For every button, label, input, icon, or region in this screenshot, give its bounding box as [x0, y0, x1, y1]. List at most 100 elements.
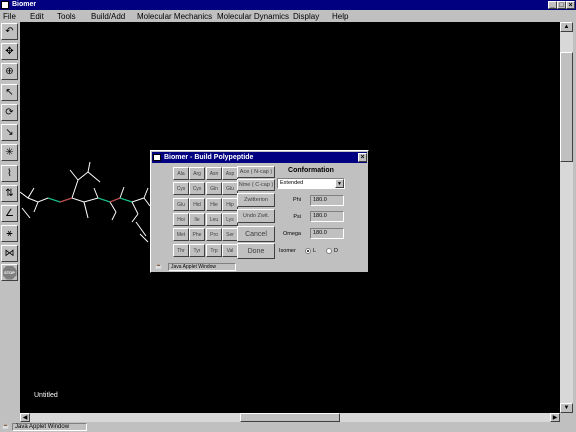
aa-button[interactable]: Gln — [206, 182, 222, 195]
aa-button[interactable]: Trp — [206, 244, 222, 257]
select-atom-tool[interactable]: ↘ — [1, 124, 18, 141]
conformation-select[interactable]: Extended ▼ — [277, 178, 345, 189]
close-button[interactable]: × — [566, 1, 575, 9]
add-atom-tool[interactable]: ⌇ — [1, 165, 18, 182]
zwitterion-button[interactable]: Zwitterion — [237, 193, 275, 207]
nme-ccap-button[interactable]: Nme ( C-cap ) — [237, 179, 275, 191]
aa-button[interactable]: Ile — [189, 213, 205, 226]
scroll-right-button[interactable]: ▶ — [550, 413, 560, 422]
measure-angle-icon: ∠ — [5, 208, 14, 219]
applet-window-label: Java Applet Window — [12, 423, 87, 431]
dialog-applet-label: Java Applet Window — [168, 263, 236, 271]
menu-build-add[interactable]: Build/Add — [91, 12, 125, 21]
move-tool[interactable]: ✥ — [1, 43, 18, 60]
dialog-titlebar: Biomer - Build Polypeptide × — [152, 152, 367, 163]
omega-field[interactable]: 180.0 — [310, 228, 344, 239]
aa-button[interactable]: Thr — [173, 244, 189, 257]
applet-warning-icon: ☕ — [155, 264, 163, 270]
dialog-close-button[interactable]: × — [358, 153, 367, 162]
bond-tool[interactable]: ⋈ — [1, 245, 18, 262]
done-button[interactable]: Done — [237, 243, 275, 259]
rotate-tool[interactable]: ⟳ — [1, 104, 18, 121]
scroll-up-button[interactable]: ▲ — [560, 22, 573, 32]
phi-label: Phi — [293, 197, 301, 203]
select-arrow-tool[interactable]: ↖ — [1, 84, 18, 101]
aa-button[interactable]: Tyr — [189, 244, 205, 257]
stop-button[interactable]: STOP — [1, 264, 18, 281]
isomer-l-radio[interactable] — [305, 248, 311, 254]
psi-label: Psi — [293, 214, 301, 220]
bond — [21, 207, 31, 219]
chevron-down-icon[interactable]: ▼ — [335, 179, 344, 188]
bond — [87, 161, 91, 173]
bond — [111, 211, 117, 221]
torsion-tool[interactable]: ⚹ — [1, 225, 18, 242]
aa-button[interactable]: Pro — [206, 228, 222, 241]
bond — [27, 187, 35, 199]
bond — [83, 201, 89, 219]
horizontal-scrollbar[interactable]: ◀ ▶ — [20, 413, 560, 422]
vertical-scrollbar[interactable]: ▲ ▼ — [560, 22, 573, 413]
omega-value: 180.0 — [313, 230, 327, 236]
psi-field[interactable]: 180.0 — [310, 211, 344, 222]
select-residue-tool[interactable]: ✳ — [1, 144, 18, 161]
bond — [87, 171, 101, 183]
menu-molecular-dynamics[interactable]: Molecular Dynamics — [217, 12, 289, 21]
menu-help[interactable]: Help — [332, 12, 348, 21]
measure-angle-tool[interactable]: ∠ — [1, 205, 18, 222]
accent-bond — [97, 197, 111, 203]
tool-palette: ↶ ✥ ⊕ ↖ ⟳ ↘ ✳ ⌇ ⇅ ∠ ⚹ ⋈ STOP — [0, 22, 20, 416]
bond — [93, 187, 99, 199]
aa-button[interactable]: Asp — [222, 167, 238, 180]
applet-warning-icon: ☕ — [2, 424, 10, 430]
vertical-scroll-thumb[interactable] — [560, 52, 573, 162]
horizontal-scroll-thumb[interactable] — [240, 413, 340, 422]
aa-button[interactable]: Cyx — [189, 182, 205, 195]
aa-button[interactable]: Ser — [222, 228, 238, 241]
bond — [135, 221, 147, 237]
undo-tool[interactable]: ↶ — [1, 23, 18, 40]
maximize-button[interactable]: □ — [557, 1, 566, 9]
menu-tools[interactable]: Tools — [57, 12, 76, 21]
aa-button[interactable]: Glu — [222, 182, 238, 195]
bond — [77, 171, 89, 181]
aa-button[interactable]: Hie — [206, 198, 222, 211]
aa-button[interactable]: Met — [173, 228, 189, 241]
aa-button[interactable]: Cys — [173, 182, 189, 195]
undo-zwitterion-button[interactable]: Undo Zwit. — [237, 209, 275, 223]
select-arrow-icon: ↖ — [5, 87, 14, 98]
menu-display[interactable]: Display — [293, 12, 319, 21]
phi-field[interactable]: 180.0 — [310, 195, 344, 206]
aa-button[interactable]: Phe — [189, 228, 205, 241]
rotate-icon: ⟳ — [5, 107, 14, 118]
measure-distance-tool[interactable]: ⇅ — [1, 185, 18, 202]
isomer-d-radio[interactable] — [326, 248, 332, 254]
zoom-tool[interactable]: ⊕ — [1, 63, 18, 80]
aa-button[interactable]: Glu — [173, 198, 189, 211]
select-atom-icon: ↘ — [5, 127, 14, 138]
aa-button[interactable]: Hoi — [173, 213, 189, 226]
accent-bond — [119, 197, 133, 203]
menu-edit[interactable]: Edit — [30, 12, 44, 21]
aa-button[interactable]: Hid — [189, 198, 205, 211]
aa-button[interactable]: Ala — [173, 167, 189, 180]
menu-molecular-mechanics[interactable]: Molecular Mechanics — [137, 12, 212, 21]
isomer-l-label: L — [313, 248, 317, 254]
dialog-app-icon — [153, 154, 161, 161]
aa-button[interactable]: Arg — [189, 167, 205, 180]
aa-button[interactable]: Hip — [222, 198, 238, 211]
minimize-button[interactable]: _ — [548, 1, 557, 9]
aa-button[interactable]: Val — [222, 244, 238, 257]
aa-button[interactable]: Lys — [222, 213, 238, 226]
scroll-left-button[interactable]: ◀ — [20, 413, 30, 422]
ace-ncap-button[interactable]: Ace ( N-cap ) — [237, 166, 275, 178]
cancel-button[interactable]: Cancel — [237, 226, 275, 242]
menu-file[interactable]: File — [3, 12, 16, 21]
aa-button[interactable]: Asn — [206, 167, 222, 180]
scroll-down-button[interactable]: ▼ — [560, 403, 573, 413]
torsion-icon: ⚹ — [6, 228, 13, 239]
aa-button[interactable]: Leu — [206, 213, 222, 226]
psi-value: 180.0 — [313, 213, 327, 219]
undo-icon: ↶ — [5, 26, 14, 37]
bond — [131, 213, 139, 223]
